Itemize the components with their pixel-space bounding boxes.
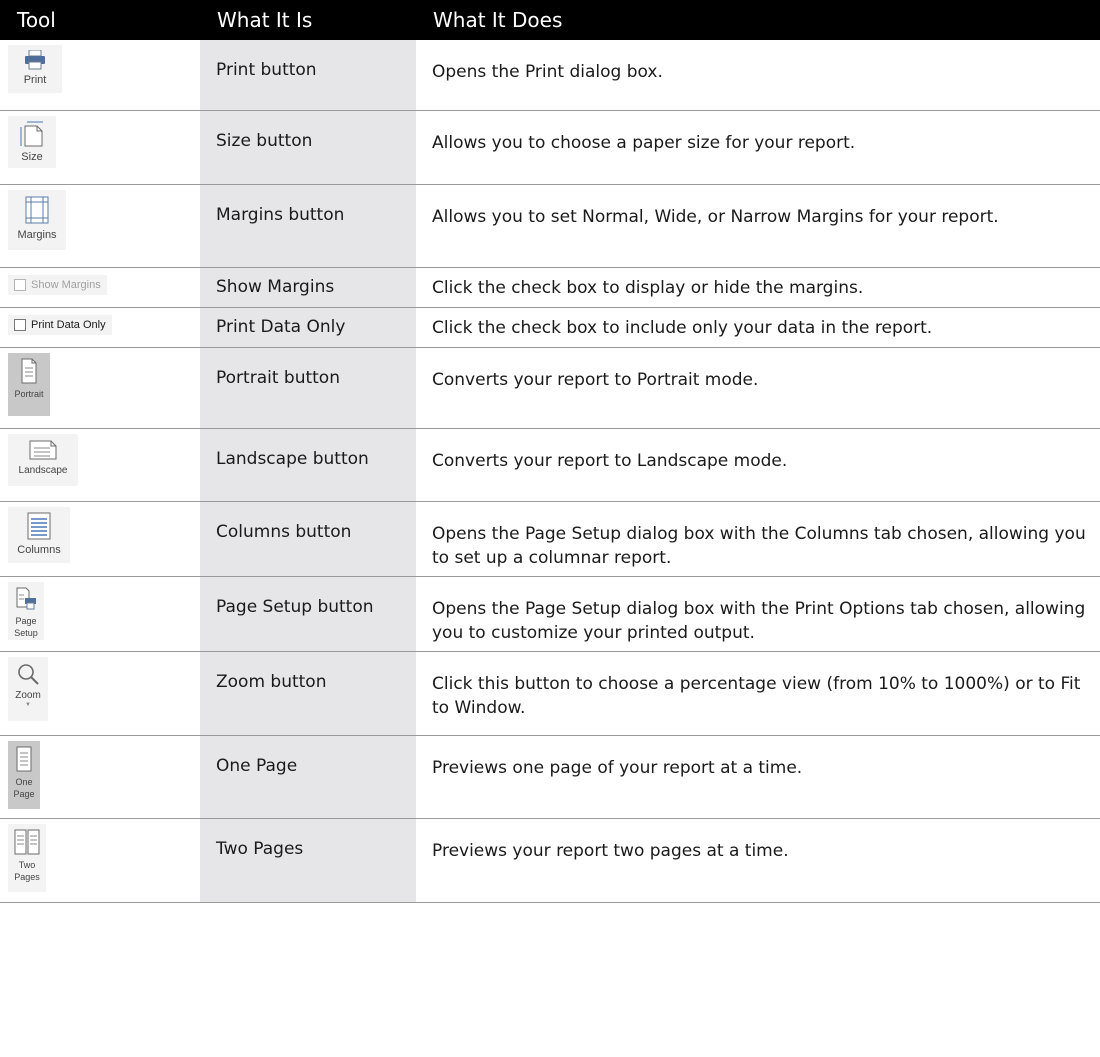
- printer-icon: [25, 50, 45, 70]
- what-it-is-cell: Size button: [200, 110, 416, 185]
- table-row: One Page One Page Previews one page of y…: [0, 735, 1100, 819]
- size-button[interactable]: Size: [8, 115, 56, 168]
- columns-button[interactable]: Columns: [8, 506, 70, 563]
- two-pages-label-line1: Two: [18, 859, 36, 870]
- page-setup-icon: [16, 587, 36, 609]
- table-row: Portrait Portrait button Converts your r…: [0, 347, 1100, 429]
- print-data-only-checkbox[interactable]: Print Data Only: [8, 314, 112, 335]
- margins-icon: [25, 196, 49, 223]
- portrait-button-label: Portrait: [14, 388, 44, 399]
- chevron-down-icon: ▼: [25, 701, 31, 708]
- one-page-icon: [16, 746, 32, 771]
- page-setup-label-line2: Setup: [14, 627, 38, 638]
- what-it-is-cell: Zoom button: [200, 651, 416, 736]
- zoom-button-label: Zoom: [15, 689, 41, 701]
- two-pages-button[interactable]: Two Pages: [8, 823, 46, 892]
- header-tool: Tool: [17, 8, 56, 32]
- what-it-does-cell: Opens the Print dialog box.: [416, 40, 1100, 111]
- magnifier-icon: [18, 663, 39, 685]
- table-header-row: Tool What It Is What It Does: [0, 0, 1100, 40]
- what-it-does-cell: Allows you to set Normal, Wide, or Narro…: [416, 184, 1100, 268]
- size-button-label: Size: [21, 150, 43, 163]
- print-button-label: Print: [23, 74, 47, 86]
- one-page-label-line1: One: [15, 776, 33, 787]
- what-it-is-cell: Two Pages: [200, 818, 416, 903]
- table-row: Size Size button Allows you to choose a …: [0, 110, 1100, 185]
- what-it-does-cell: Click this button to choose a percentage…: [416, 651, 1100, 736]
- what-it-is-cell: Print Data Only: [200, 307, 416, 348]
- what-it-does-cell: Previews your report two pages at a time…: [416, 818, 1100, 903]
- two-pages-label-line2: Pages: [14, 871, 40, 882]
- table-row: Zoom ▼ Zoom button Click this button to …: [0, 651, 1100, 736]
- what-it-is-cell: Print button: [200, 40, 416, 111]
- landscape-button-label: Landscape: [18, 464, 68, 476]
- table-row: Two Pages Two Pages Previews your report…: [0, 818, 1100, 903]
- portrait-button[interactable]: Portrait: [8, 352, 50, 416]
- one-page-button[interactable]: One Page: [8, 740, 40, 809]
- table-row: Print Print button Opens the Print dialo…: [0, 40, 1100, 111]
- what-it-does-cell: Previews one page of your report at a ti…: [416, 735, 1100, 819]
- table-row: Page Setup Page Setup button Opens the P…: [0, 576, 1100, 652]
- margins-button-label: Margins: [17, 228, 57, 241]
- what-it-does-cell: Converts your report to Portrait mode.: [416, 347, 1100, 429]
- table-row: Print Data Only Print Data Only Click th…: [0, 307, 1100, 348]
- landscape-button[interactable]: Landscape: [8, 433, 78, 486]
- header-what-it-does: What It Does: [433, 8, 563, 32]
- paper-size-icon: [20, 121, 43, 146]
- show-margins-checkbox[interactable]: Show Margins: [8, 274, 107, 295]
- what-it-is-cell: Columns button: [200, 501, 416, 577]
- what-it-does-cell: Click the check box to display or hide t…: [416, 267, 1100, 308]
- what-it-is-cell: Page Setup button: [200, 576, 416, 652]
- margins-button[interactable]: Margins: [8, 189, 66, 250]
- two-pages-icon: [14, 829, 40, 854]
- page-setup-label-line1: Page: [15, 615, 37, 626]
- header-what-it-is: What It Is: [217, 8, 313, 32]
- landscape-page-icon: [29, 440, 57, 459]
- what-it-does-cell: Click the check box to include only your…: [416, 307, 1100, 348]
- zoom-button[interactable]: Zoom ▼: [8, 656, 48, 721]
- tools-table: Tool What It Is What It Does Print Print…: [0, 0, 1100, 903]
- table-row: Columns Columns button Opens the Page Se…: [0, 501, 1100, 577]
- what-it-does-cell: Converts your report to Landscape mode.: [416, 428, 1100, 502]
- what-it-is-cell: Landscape button: [200, 428, 416, 502]
- columns-icon: [27, 512, 51, 539]
- table-row: Landscape Landscape button Converts your…: [0, 428, 1100, 502]
- page-setup-button[interactable]: Page Setup: [8, 581, 44, 640]
- what-it-is-cell: Show Margins: [200, 267, 416, 308]
- checkbox-box-icon: [14, 318, 26, 331]
- table-row: Show Margins Show Margins Click the chec…: [0, 267, 1100, 308]
- print-button[interactable]: Print: [8, 45, 62, 93]
- table-row: Margins Margins button Allows you to set…: [0, 184, 1100, 268]
- what-it-is-cell: One Page: [200, 735, 416, 819]
- one-page-label-line2: Page: [13, 788, 35, 799]
- what-it-is-cell: Portrait button: [200, 347, 416, 429]
- checkbox-box-icon: [14, 278, 26, 291]
- what-it-does-cell: Opens the Page Setup dialog box with the…: [416, 501, 1100, 577]
- columns-button-label: Columns: [17, 543, 61, 556]
- show-margins-label: Show Margins: [31, 278, 101, 291]
- portrait-page-icon: [21, 358, 37, 383]
- what-it-is-cell: Margins button: [200, 184, 416, 268]
- print-data-only-label: Print Data Only: [31, 318, 106, 331]
- what-it-does-cell: Opens the Page Setup dialog box with the…: [416, 576, 1100, 652]
- what-it-does-cell: Allows you to choose a paper size for yo…: [416, 110, 1100, 185]
